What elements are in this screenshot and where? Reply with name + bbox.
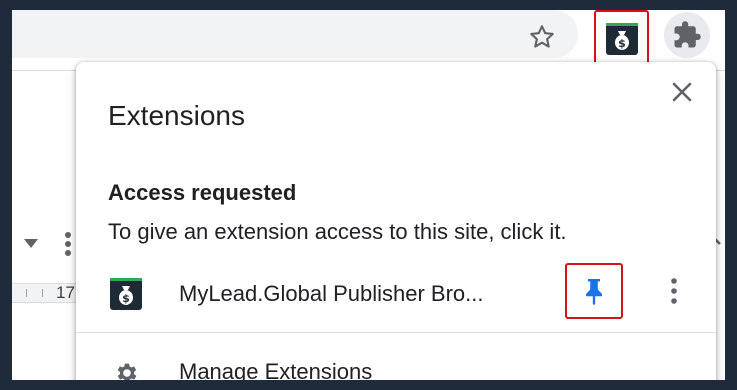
pin-icon (586, 279, 602, 305)
star-outline-icon (530, 25, 554, 48)
gear-icon (117, 363, 137, 380)
page-ruler: 17 (12, 283, 82, 303)
address-bar[interactable] (12, 10, 578, 58)
svg-text:$: $ (122, 292, 130, 305)
manage-extensions-item[interactable]: Manage Extensions (76, 342, 716, 380)
popup-title: Extensions (108, 100, 245, 131)
section-description: To give an extension access to this site… (108, 219, 567, 244)
puzzle-piece-icon (674, 21, 701, 48)
close-icon (672, 82, 692, 102)
caret-down-icon[interactable] (24, 239, 38, 249)
browser-window: $ 17 Extensions Access requested To give… (12, 10, 725, 380)
manage-extensions-label[interactable]: Manage Extensions (179, 359, 372, 380)
money-bag-icon: $ (605, 22, 638, 55)
more-vertical-icon[interactable] (64, 231, 72, 259)
ruler-value: 17 (56, 283, 75, 302)
extensions-menu-button[interactable] (664, 12, 710, 58)
pin-extension-button[interactable] (565, 263, 623, 319)
money-bag-icon: $ (110, 278, 142, 310)
close-button[interactable] (669, 79, 695, 105)
extensions-popup: Extensions Access requested To give an e… (76, 62, 716, 380)
page-toolbar-fragment (12, 215, 82, 275)
extension-more-button[interactable] (661, 272, 687, 310)
extension-list-item[interactable]: $ MyLead.Global Publisher Bro... (76, 258, 716, 324)
section-heading: Access requested (108, 180, 297, 205)
divider (76, 332, 716, 333)
pinned-extension-button[interactable]: $ (594, 10, 649, 67)
bookmark-star-button[interactable] (523, 18, 561, 56)
svg-text:$: $ (618, 37, 626, 50)
extension-name[interactable]: MyLead.Global Publisher Bro... (179, 281, 484, 307)
more-vertical-icon (671, 278, 677, 304)
